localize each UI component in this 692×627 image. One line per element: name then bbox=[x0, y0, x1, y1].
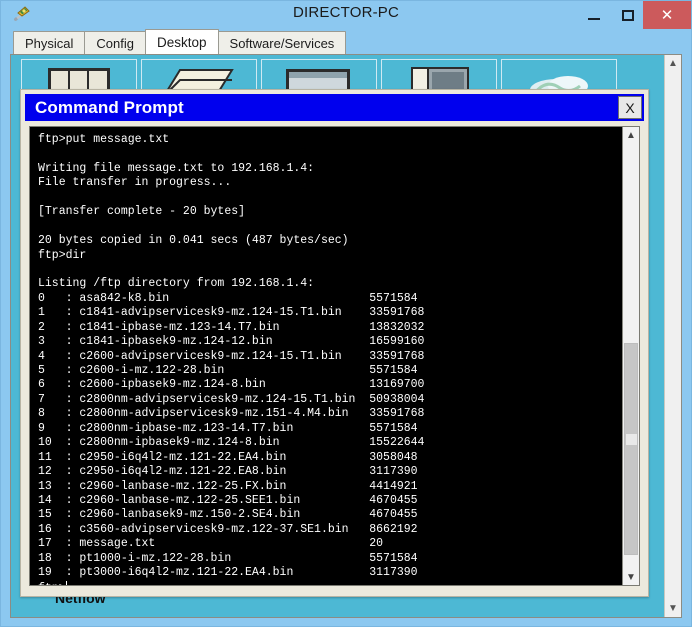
terminal-line: 18 : pt1000-i-mz.122-28.bin 5571584 bbox=[38, 551, 418, 565]
terminal-line: ftp> bbox=[38, 580, 622, 585]
terminal-output[interactable]: ftp>put message.txt Writing file message.… bbox=[30, 127, 622, 585]
maximize-button[interactable] bbox=[613, 1, 643, 29]
terminal-line: [Transfer complete - 20 bytes] bbox=[38, 205, 246, 219]
close-icon: ✕ bbox=[660, 6, 674, 24]
terminal-line: 0 : asa842-k8.bin 5571584 bbox=[38, 291, 418, 305]
terminal-cursor bbox=[65, 580, 67, 585]
window-titlebar: DIRECTOR-PC ✕ bbox=[1, 1, 691, 29]
command-prompt-titlebar: Command Prompt X bbox=[25, 94, 644, 121]
terminal-line: 10 : c2800nm-ipbasek9-mz.124-8.bin 15522… bbox=[38, 436, 425, 450]
minimize-button[interactable] bbox=[579, 1, 609, 29]
command-prompt-close-button[interactable]: X bbox=[618, 96, 642, 119]
close-button[interactable]: ✕ bbox=[643, 1, 691, 29]
maximize-icon bbox=[622, 9, 634, 21]
desktop-scroll-up-icon[interactable]: ▲ bbox=[665, 55, 681, 72]
terminal-line: 11 : c2950-i6q4l2-mz.121-22.EA4.bin 3058… bbox=[38, 450, 418, 464]
terminal-line: 5 : c2600-i-mz.122-28.bin 5571584 bbox=[38, 364, 418, 377]
command-prompt-title: Command Prompt bbox=[35, 97, 184, 117]
desktop-scroll-down-icon[interactable]: ▼ bbox=[665, 600, 681, 617]
terminal-line: Listing /ftp directory from 192.168.1.4: bbox=[38, 277, 315, 291]
terminal-line: 15 : c2960-lanbasek9-mz.150-2.SE4.bin 46… bbox=[38, 508, 418, 522]
command-prompt-window: Command Prompt X ftp>put message.txt Writ… bbox=[20, 89, 649, 597]
tab-physical[interactable]: Physical bbox=[13, 31, 86, 54]
desktop-scrollbar[interactable]: ▲ ▼ bbox=[664, 55, 681, 617]
desktop-canvas: Netflow Command Prompt X ftp>put message… bbox=[11, 55, 664, 617]
scrollbar-thumb[interactable] bbox=[624, 343, 638, 555]
terminal-line: 4 : c2600-advipservicesk9-mz.124-15.T1.b… bbox=[38, 349, 425, 363]
terminal-line: 8 : c2800nm-advipservicesk9-mz.151-4.M4.… bbox=[38, 407, 425, 421]
command-prompt-body: ftp>put message.txt Writing file message.… bbox=[29, 126, 640, 586]
scroll-down-icon[interactable]: ▼ bbox=[623, 569, 639, 585]
terminal-line: 6 : c2600-ipbasek9-mz.124-8.bin 13169700 bbox=[38, 378, 425, 392]
terminal-line: 20 bytes copied in 0.041 secs (487 bytes… bbox=[38, 234, 349, 248]
minimize-icon bbox=[588, 18, 600, 20]
terminal-line: ftp>dir bbox=[38, 248, 87, 262]
terminal-line: 1 : c1841-advipservicesk9-mz.124-15.T1.b… bbox=[38, 306, 425, 320]
terminal-line: 13 : c2960-lanbase-mz.122-25.FX.bin 4414… bbox=[38, 479, 418, 493]
scrollbar-grip bbox=[626, 434, 637, 445]
application-window: DIRECTOR-PC ✕ Physical Config Desktop So… bbox=[0, 0, 692, 627]
tab-strip: Physical Config Desktop Software/Service… bbox=[1, 29, 691, 54]
desktop-panel: Netflow Command Prompt X ftp>put message… bbox=[10, 54, 682, 618]
terminal-line: 14 : c2960-lanbase-mz.122-25.SEE1.bin 46… bbox=[38, 493, 418, 507]
terminal-line: 7 : c2800nm-advipservicesk9-mz.124-15.T1… bbox=[38, 392, 425, 406]
terminal-scrollbar[interactable]: ▲ ▼ bbox=[622, 127, 639, 585]
tab-config[interactable]: Config bbox=[84, 31, 146, 54]
tab-desktop[interactable]: Desktop bbox=[145, 29, 219, 54]
terminal-line: 16 : c3560-advipservicesk9-mz.122-37.SE1… bbox=[38, 522, 418, 536]
terminal-line: File transfer in progress... bbox=[38, 176, 232, 190]
terminal-line: 9 : c2800nm-ipbase-mz.123-14.T7.bin 5571… bbox=[38, 421, 418, 435]
scroll-up-icon[interactable]: ▲ bbox=[623, 127, 639, 143]
terminal-line: Writing file message.txt to 192.168.1.4: bbox=[38, 161, 315, 175]
terminal-line: 12 : c2950-i6q4l2-mz.121-22.EA8.bin 3117… bbox=[38, 465, 418, 479]
tab-software-services[interactable]: Software/Services bbox=[217, 31, 347, 54]
terminal-line: 2 : c1841-ipbase-mz.123-14.T7.bin 138320… bbox=[38, 320, 425, 334]
terminal-line: 3 : c1841-ipbasek9-mz.124-12.bin 1659916… bbox=[38, 335, 425, 349]
terminal-line: 17 : message.txt 20 bbox=[38, 537, 384, 551]
terminal-line: 19 : pt3000-i6q4l2-mz.121-22.EA4.bin 311… bbox=[38, 566, 418, 580]
terminal-line: ftp>put message.txt bbox=[38, 133, 170, 146]
